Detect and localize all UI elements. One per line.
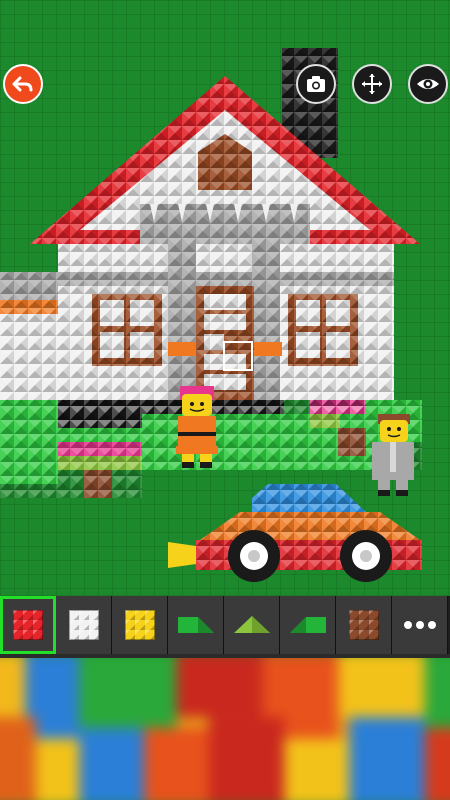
car-wheel-rear — [340, 530, 392, 582]
brown-brick-swatch — [348, 610, 379, 640]
white-brick-swatch — [68, 610, 99, 640]
more-dots-icon — [403, 621, 436, 629]
left-window[interactable] — [92, 294, 162, 366]
ad-banner-image — [0, 658, 450, 800]
move-arrows-icon — [362, 74, 382, 94]
ad-banner[interactable] — [0, 658, 450, 800]
palette-brown-brick[interactable] — [336, 596, 392, 654]
green-slope-2-swatch — [289, 617, 326, 633]
camera-icon — [307, 76, 325, 92]
yellow-brick-swatch — [124, 610, 155, 640]
palette-green-slope[interactable] — [168, 596, 224, 654]
eye-icon — [417, 79, 439, 89]
camera-button[interactable] — [296, 64, 336, 104]
palette-white-brick[interactable] — [56, 596, 112, 654]
green-slope-swatch — [177, 617, 214, 633]
palette-more-button[interactable] — [392, 596, 448, 654]
move-button[interactable] — [352, 64, 392, 104]
build-canvas[interactable] — [0, 0, 450, 595]
palette-lime-roof[interactable] — [224, 596, 280, 654]
palette-red-brick[interactable] — [0, 596, 56, 654]
view-button[interactable] — [408, 64, 448, 104]
lime-roof-swatch — [233, 616, 270, 633]
hedge-left[interactable] — [0, 400, 142, 498]
right-window[interactable] — [288, 294, 358, 366]
palette-green-slope-2[interactable] — [280, 596, 336, 654]
red-brick-swatch — [13, 610, 43, 640]
car-wheel-front — [228, 530, 280, 582]
undo-arrow-icon — [12, 76, 33, 92]
brick-palette — [0, 596, 450, 654]
undo-button[interactable] — [3, 64, 43, 104]
palette-yellow-brick[interactable] — [112, 596, 168, 654]
